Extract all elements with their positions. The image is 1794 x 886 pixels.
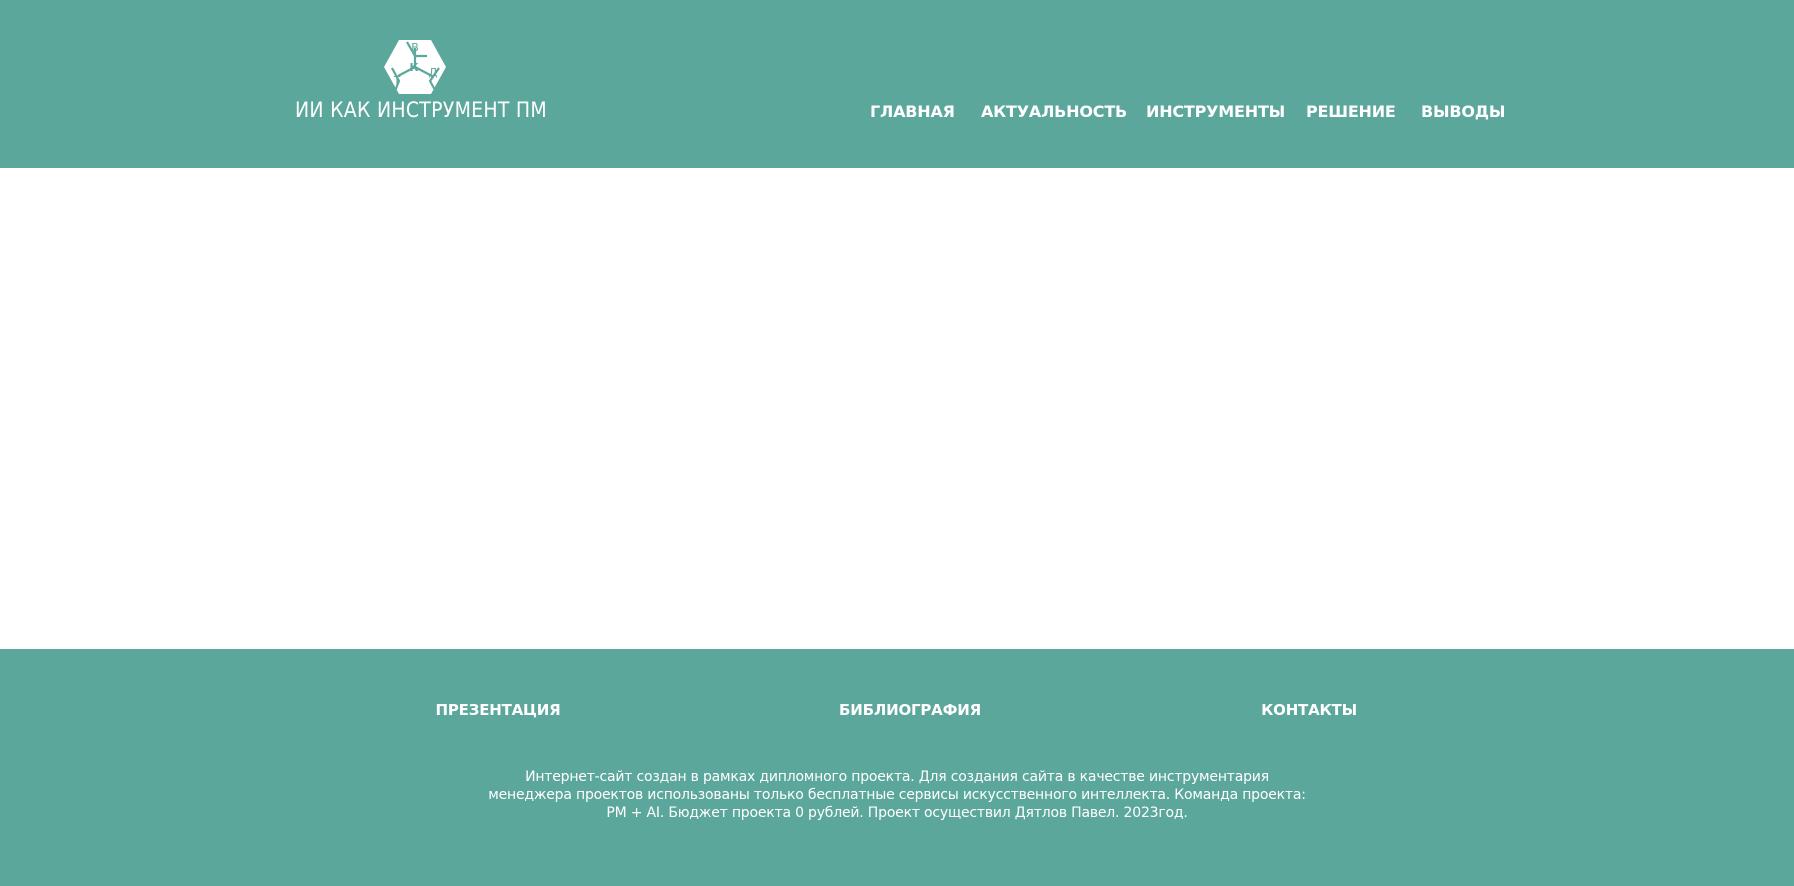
logo-letter-t: Т <box>393 74 401 87</box>
logo-text: ИИ КАК ИНСТРУМЕНТ ПМ <box>295 98 547 122</box>
main-content <box>0 168 1794 649</box>
logo-letter-v: В <box>411 41 419 54</box>
logo-letter-k: К <box>410 61 419 74</box>
nav-item-solution[interactable]: РЕШЕНИЕ <box>1306 102 1396 121</box>
nav-item-tools[interactable]: ИНСТРУМЕНТЫ <box>1146 102 1285 121</box>
footer-description: Интернет-сайт создан в рамках дипломного… <box>488 769 1306 821</box>
site-logo[interactable]: В К Д Т ИИ КАК ИНСТРУМЕНТ ПМ <box>295 38 547 128</box>
logo-letter-d: Д <box>429 66 438 79</box>
nav-item-relevance[interactable]: АКТУАЛЬНОСТЬ <box>981 102 1127 121</box>
footer-link-contacts[interactable]: КОНТАКТЫ <box>1261 701 1357 719</box>
nav-item-conclusions[interactable]: ВЫВОДЫ <box>1421 102 1505 121</box>
footer-link-bibliography[interactable]: БИБЛИОГРАФИЯ <box>839 701 981 719</box>
site-footer: ПРЕЗЕНТАЦИЯ БИБЛИОГРАФИЯ КОНТАКТЫ Интерн… <box>0 649 1794 886</box>
site-header: В К Д Т ИИ КАК ИНСТРУМЕНТ ПМ ГЛАВНАЯ АКТ… <box>0 0 1794 168</box>
nav-item-home[interactable]: ГЛАВНАЯ <box>870 102 955 121</box>
hexagon-cube-logo-icon: В К Д Т <box>384 40 446 94</box>
footer-link-presentation[interactable]: ПРЕЗЕНТАЦИЯ <box>436 701 561 719</box>
